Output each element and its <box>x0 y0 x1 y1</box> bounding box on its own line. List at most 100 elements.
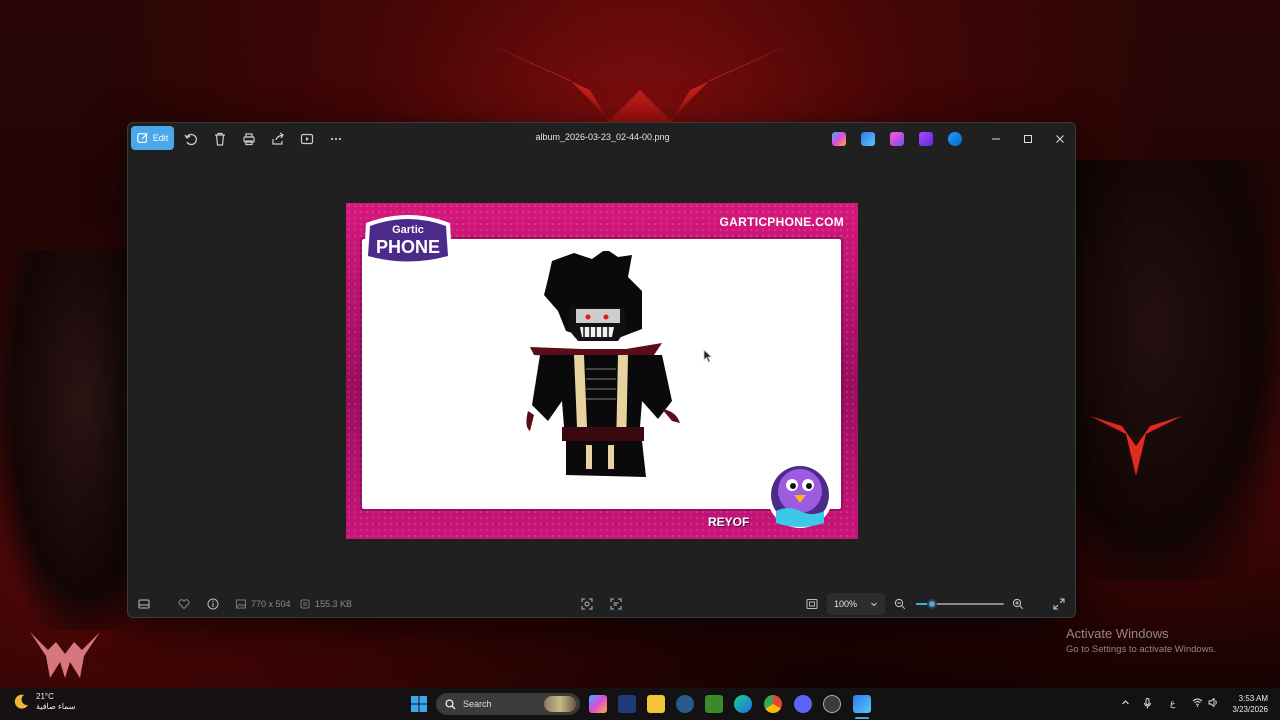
taskbar-search[interactable]: Search <box>436 693 580 715</box>
onedrive-icon[interactable] <box>948 132 962 146</box>
copilot-icon[interactable] <box>832 132 846 146</box>
close-button[interactable] <box>1046 128 1074 150</box>
brand-logo-icon <box>30 632 100 678</box>
logo-bottom-text: PHONE <box>376 237 440 257</box>
designer-icon[interactable] <box>890 132 904 146</box>
search-label: Search <box>463 699 492 709</box>
zoom-in-icon <box>1012 598 1024 610</box>
trash-icon <box>215 132 225 146</box>
print-button[interactable] <box>237 127 261 151</box>
weather-moon-icon <box>14 694 28 709</box>
speaker-icon <box>1208 697 1217 708</box>
edit-icon <box>137 133 148 143</box>
zoom-slider-thumb[interactable] <box>927 599 937 609</box>
weather-temp: 21°C <box>36 692 54 701</box>
edit-button[interactable]: Edit <box>131 126 174 150</box>
minimize-icon <box>992 138 1000 140</box>
mouse-cursor-icon <box>703 349 713 363</box>
clock-date: 3/23/2026 <box>1232 705 1268 714</box>
photos-editor-icon[interactable] <box>861 132 875 146</box>
image-dimensions: 770 x 504 <box>235 596 291 612</box>
volume-button[interactable] <box>1208 697 1219 709</box>
slideshow-icon <box>300 133 314 145</box>
shirt-emblem-icon <box>1090 416 1182 476</box>
info-icon <box>207 598 219 610</box>
chevron-up-icon <box>1122 700 1129 705</box>
title-bar: Edit album_2026-03-23_02-44-00.png <box>128 123 1075 155</box>
file-explorer-icon[interactable] <box>647 695 665 713</box>
photos-window: Edit album_2026-03-23_02-44-00.png Garti… <box>127 122 1076 618</box>
steam-icon[interactable] <box>676 695 694 713</box>
clock-time: 3:53 AM <box>1238 694 1268 703</box>
person-silhouette-right <box>1070 160 1280 580</box>
zoom-dropdown[interactable]: 100% <box>827 593 885 615</box>
fullscreen-button[interactable] <box>1053 596 1065 612</box>
maximize-icon <box>1024 135 1032 143</box>
fit-to-window-button[interactable] <box>806 596 818 612</box>
zoom-out-button[interactable] <box>894 596 906 612</box>
input-language-button[interactable]: ع <box>1170 698 1175 709</box>
delete-button[interactable] <box>208 127 232 151</box>
activate-windows-watermark: Activate Windows Go to Settings to activ… <box>1066 626 1216 655</box>
search-icon <box>445 698 456 709</box>
maximize-button[interactable] <box>1014 128 1042 150</box>
more-options-button[interactable] <box>324 127 348 151</box>
weather-widget[interactable]: 21°C سماء صافية <box>12 692 76 712</box>
share-icon <box>272 132 284 145</box>
wifi-button[interactable] <box>1192 698 1203 709</box>
zoom-in-button[interactable] <box>1012 596 1024 612</box>
expand-icon <box>1053 598 1065 610</box>
more-icon <box>330 137 342 141</box>
file-size: 155.3 KB <box>299 596 352 612</box>
activate-title: Activate Windows <box>1066 626 1169 641</box>
printer-icon <box>243 133 255 146</box>
vpn-shield-icon[interactable] <box>618 695 636 713</box>
gartic-phone-logo: Gartic PHONE <box>364 215 452 265</box>
logo-top-text: Gartic <box>392 224 424 236</box>
person-silhouette-left <box>0 250 140 630</box>
visual-search-icon <box>581 598 593 610</box>
photos-taskbar-icon[interactable] <box>853 695 871 713</box>
weather-description: سماء صافية <box>36 702 76 711</box>
filmstrip-button[interactable] <box>138 596 150 612</box>
minecraft-icon[interactable] <box>705 695 723 713</box>
chrome-icon[interactable] <box>764 695 782 713</box>
zoom-slider[interactable] <box>916 599 1004 609</box>
visual-search-button[interactable] <box>581 596 593 612</box>
minimize-button[interactable] <box>982 128 1010 150</box>
wifi-icon <box>1192 698 1203 707</box>
microphone-icon <box>1144 698 1151 709</box>
heart-icon <box>178 599 190 610</box>
rotate-icon <box>184 133 197 146</box>
chevron-down-icon <box>871 602 877 607</box>
show-hidden-icons-button[interactable] <box>1121 698 1130 709</box>
file-info-button[interactable] <box>207 596 219 612</box>
start-button[interactable] <box>410 695 428 713</box>
favorite-button[interactable] <box>178 596 190 612</box>
close-icon <box>1056 135 1064 143</box>
obs-icon[interactable] <box>823 695 841 713</box>
bottom-toolbar: 770 x 504 155.3 KB 100% <box>128 589 1075 617</box>
rotate-button[interactable] <box>179 127 203 151</box>
character-drawing <box>526 251 680 477</box>
scan-text-button[interactable] <box>610 596 622 612</box>
discord-icon[interactable] <box>794 695 812 713</box>
displayed-image[interactable]: Gartic PHONE GARTICPHONE.COM REYOF <box>346 203 858 539</box>
activate-subtitle: Go to Settings to activate Windows. <box>1066 644 1216 655</box>
active-app-indicator <box>855 717 869 719</box>
fit-window-icon <box>806 599 818 609</box>
zoom-out-icon <box>894 598 906 610</box>
slideshow-button[interactable] <box>295 127 319 151</box>
filesize-text: 155.3 KB <box>315 599 353 609</box>
copilot-taskbar-icon[interactable] <box>589 695 607 713</box>
dimensions-text: 770 x 504 <box>251 599 291 609</box>
author-avatar <box>767 462 833 528</box>
clipchamp-icon[interactable] <box>919 132 933 146</box>
site-label: GARTICPHONE.COM <box>719 215 844 229</box>
edge-icon[interactable] <box>734 695 752 713</box>
zoom-value: 100% <box>834 599 858 609</box>
filmstrip-icon <box>138 599 150 609</box>
taskbar-clock[interactable]: 3:53 AM 3/23/2026 <box>1224 693 1268 715</box>
share-button[interactable] <box>266 127 290 151</box>
microphone-button[interactable] <box>1143 698 1152 711</box>
